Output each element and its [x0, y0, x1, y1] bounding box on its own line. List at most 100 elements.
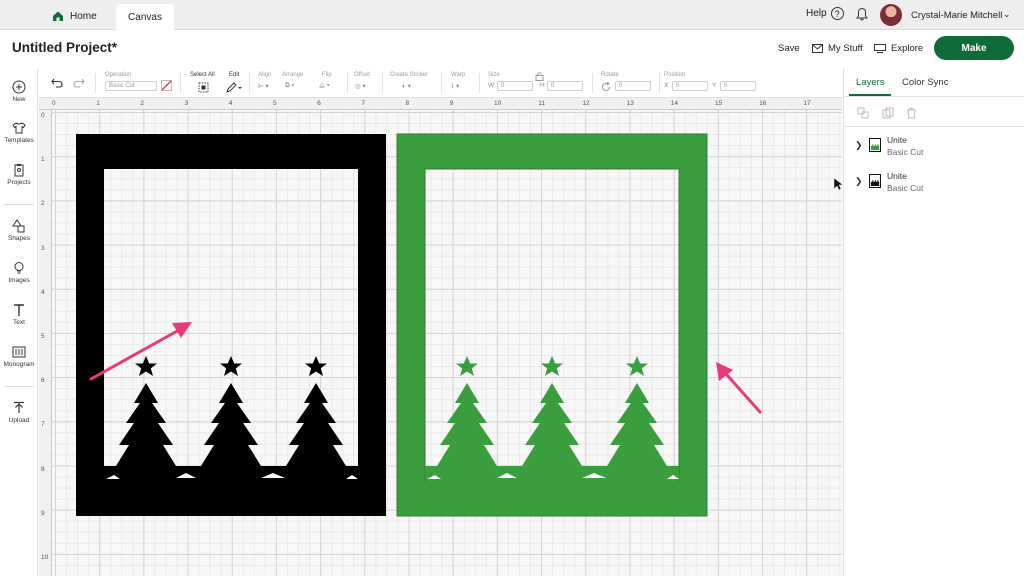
rotate-input[interactable]: 0 [615, 81, 651, 91]
ungroup-icon[interactable] [857, 107, 869, 119]
chevron-down-icon[interactable]: ⌄ [1003, 9, 1011, 20]
ruler-tick-label: 6 [41, 377, 45, 385]
sidebar-item-monogram[interactable]: Monogram [0, 345, 38, 368]
size-w-value: 0 [501, 83, 505, 89]
layer-thumbnail-icon [869, 174, 881, 188]
design-canvas[interactable] [39, 98, 842, 576]
ruler-tick-label: 9 [41, 509, 45, 517]
undo-icon[interactable] [51, 77, 63, 88]
select-all-label: Select All [190, 72, 215, 78]
ruler-tick-label: 2 [140, 100, 145, 107]
offset-icon: ◎ ▾ [355, 83, 366, 90]
sidebar-item-templates[interactable]: Templates [0, 121, 38, 144]
arrange-control[interactable]: ⧉ ▾ [285, 82, 294, 90]
sidebar-item-projects[interactable]: Projects [0, 163, 38, 186]
ruler-tick-label: 7 [361, 100, 366, 107]
layer-name: Unite [887, 135, 907, 145]
size-h-label: H [540, 82, 545, 89]
flip-icon: ⧋ ▾ [319, 82, 330, 89]
ruler-tick-label: 12 [582, 100, 590, 107]
pos-x-label: X [664, 82, 669, 89]
sidebar-item-shapes[interactable]: Shapes [0, 219, 38, 242]
user-name[interactable]: Crystal-Marie Mitchell [911, 10, 1002, 21]
mouse-cursor-icon [833, 177, 842, 191]
my-stuff-button[interactable]: My Stuff [812, 43, 863, 54]
ruler-tick-label: 13 [626, 100, 634, 107]
make-button[interactable]: Make [934, 36, 1014, 60]
size-w-input[interactable]: 0 [497, 81, 533, 91]
tab-canvas-label: Canvas [128, 11, 162, 23]
tab-layers[interactable]: Layers [856, 77, 885, 88]
arrange-icon: ⧉ ▾ [285, 82, 295, 89]
flip-control[interactable]: ⧋ ▾ [319, 82, 330, 90]
toolbar-divider [659, 73, 660, 93]
operation-label: Operation [105, 72, 132, 78]
project-title[interactable]: Untitled Project* [12, 40, 117, 55]
bell-icon[interactable] [856, 7, 868, 21]
pos-y-value: 0 [724, 83, 728, 89]
ruler-tick-label: 4 [228, 100, 233, 107]
layer-name: Unite [887, 171, 907, 181]
sidebar-item-text[interactable]: Text [0, 303, 38, 326]
select-all-icon[interactable] [198, 82, 209, 93]
layer-row[interactable]: ❯ Unite Basic Cut [844, 135, 1024, 167]
toolbar-divider [479, 73, 480, 93]
lock-icon[interactable] [535, 71, 544, 81]
layer-row[interactable]: ❯ Unite Basic Cut [844, 171, 1024, 203]
explore-button[interactable]: Explore [874, 43, 923, 54]
sidebar-item-label: Projects [7, 179, 31, 186]
ruler-tick-label: 7 [41, 421, 45, 429]
align-control[interactable]: ⊫ ▾ [258, 82, 269, 90]
layer-type: Basic Cut [887, 183, 924, 193]
duplicate-icon[interactable] [882, 107, 894, 119]
plus-circle-icon [12, 80, 26, 94]
mail-icon [812, 44, 823, 53]
ruler-tick-label: 16 [759, 100, 767, 107]
tab-canvas[interactable]: Canvas [116, 4, 174, 30]
offset-control[interactable]: ◎ ▾ [355, 82, 366, 90]
arrange-label: Arrange [282, 72, 304, 78]
pen-color-icon[interactable] [161, 80, 172, 91]
save-button[interactable]: Save [778, 43, 800, 54]
text-t-icon [14, 304, 24, 316]
help-button[interactable]: Help ? [806, 7, 844, 20]
layer-type: Basic Cut [887, 147, 924, 157]
redo-icon[interactable] [73, 77, 85, 88]
toolbar-divider [95, 73, 96, 93]
annotation-arrow-right [716, 362, 762, 414]
size-w-label: W [488, 82, 495, 89]
ruler-tick-label: 0 [52, 100, 56, 107]
horizontal-ruler: 0 1 2 3 4 5 6 7 8 9 10 11 12 13 14 15 16 17 [39, 98, 842, 110]
rotate-icon [602, 82, 610, 91]
create-sticker-control[interactable]: ◐ ▾ [402, 82, 411, 90]
pos-y-input[interactable]: 0 [720, 81, 756, 91]
canvas-artwork [76, 133, 842, 517]
size-h-input[interactable]: 0 [547, 81, 583, 91]
tab-home[interactable]: Home [52, 5, 97, 27]
pos-x-input[interactable]: 0 [672, 81, 708, 91]
black-card-design[interactable] [76, 134, 386, 516]
tab-color-sync[interactable]: Color Sync [902, 77, 948, 88]
create-sticker-label: Create Sticker [390, 72, 429, 78]
ruler-tick-label: 8 [405, 100, 410, 107]
ruler-tick-label: 3 [41, 244, 45, 252]
chevron-right-icon[interactable]: ❯ [855, 176, 863, 187]
ruler-tick-label: 1 [41, 156, 45, 164]
trash-icon[interactable] [906, 107, 917, 119]
sidebar-item-images[interactable]: Images [0, 261, 38, 284]
pencil-icon[interactable] [226, 82, 242, 93]
avatar[interactable] [880, 4, 902, 26]
sidebar-item-new[interactable]: New [0, 80, 38, 103]
ruler-tick-label: 2 [41, 200, 45, 208]
sidebar-item-label: Upload [8, 417, 30, 424]
green-card-design[interactable] [396, 133, 708, 517]
sidebar-item-label: Shapes [7, 235, 31, 242]
warp-control[interactable]: ⌇ ▾ [451, 82, 459, 90]
chevron-right-icon[interactable]: ❯ [855, 140, 863, 151]
operation-select[interactable]: Basic Cut [105, 81, 157, 91]
active-tab-indicator [849, 94, 891, 96]
monitor-icon [874, 44, 886, 53]
sidebar-item-upload[interactable]: Upload [0, 401, 38, 424]
toolbar-divider [441, 73, 442, 93]
sidebar-item-label: New [12, 96, 26, 103]
